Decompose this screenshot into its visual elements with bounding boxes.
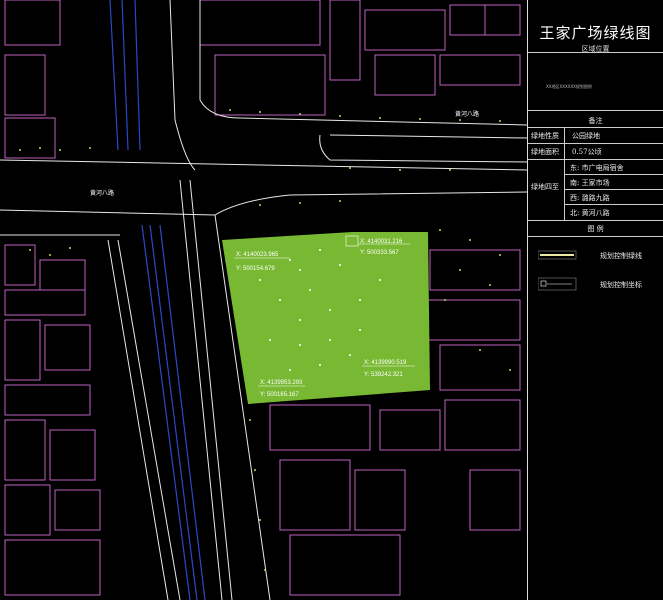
map-title: 王家广场绿线图 — [539, 24, 652, 42]
remarks-header: 备注 — [588, 117, 603, 125]
legend-label-coordinate: 规划控制坐标 — [600, 281, 642, 289]
row-value-area: 0.57公顷 — [572, 148, 602, 156]
svg-text:X: 4140031.216: X: 4140031.216 — [360, 239, 403, 245]
map-canvas: 黄河八路 黄河八路 X: 4140023.965 Y: 500154.679 X… — [0, 0, 527, 600]
rail-lines — [109, 0, 206, 600]
svg-text:X: 4140023.965: X: 4140023.965 — [236, 252, 279, 258]
legend-coordinate-symbol — [538, 277, 577, 291]
svg-text:Y: 500165.167: Y: 500165.167 — [260, 392, 299, 398]
legend-line-symbol — [538, 250, 577, 260]
svg-text:Y: 500154.679: Y: 500154.679 — [236, 266, 275, 272]
legend-panel: 王家广场绿线图 区域位置 XX地区XXXXXX规划图例 备注 绿地性质 公园绿地… — [527, 0, 663, 600]
row-label-area: 绿地面积 — [531, 148, 559, 156]
bound-west: 西: 潞路九路 — [570, 194, 610, 202]
street-label-east: 黄河八路 — [455, 110, 479, 118]
row-label-nature: 绿地性质 — [531, 132, 559, 140]
svg-text:X: 4139990.519: X: 4139990.519 — [364, 360, 407, 366]
legend-header: 图 例 — [587, 225, 604, 233]
legend-label-greenline: 规划控制绿线 — [600, 252, 642, 260]
street-label-west: 黄河八路 — [90, 189, 114, 197]
svg-text:Y: 500333.567: Y: 500333.567 — [360, 250, 399, 256]
bound-north: 北: 黄河八路 — [570, 209, 610, 217]
location-note: XX地区XXXXXX规划图例 — [546, 84, 592, 89]
bounds-label: 绿地四至 — [531, 183, 559, 191]
bound-south: 南: 王家市场 — [570, 179, 610, 187]
svg-text:Y: 539242.321: Y: 539242.321 — [364, 372, 403, 378]
bound-east: 东: 市广电局宿舍 — [570, 164, 624, 172]
row-value-nature: 公园绿地 — [572, 132, 600, 140]
svg-text:X: 4139953.293: X: 4139953.293 — [260, 380, 303, 386]
